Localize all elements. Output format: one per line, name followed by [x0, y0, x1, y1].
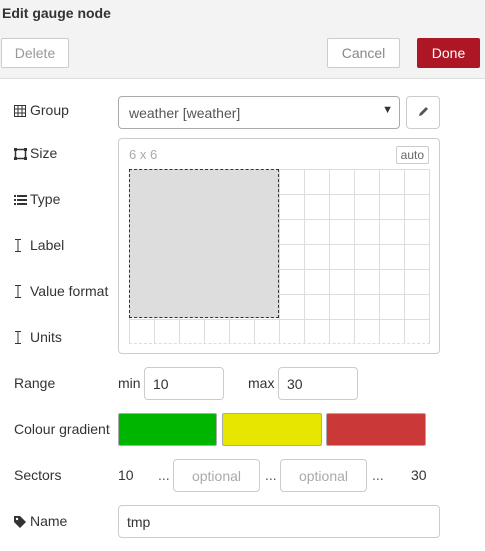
cancel-button[interactable]: Cancel — [327, 38, 400, 68]
dialog-title-bar: Edit gauge node — [0, 0, 485, 28]
range-min-label: min — [118, 375, 141, 391]
pencil-icon — [417, 105, 430, 121]
range-min-input[interactable]: 10 — [144, 367, 224, 400]
sector-1-placeholder: optional — [191, 468, 242, 484]
units-row-label: Units — [14, 329, 62, 345]
range-min-value: 10 — [153, 376, 169, 392]
colour-swatch-mid[interactable] — [222, 413, 322, 446]
sector-2-input[interactable]: optional — [280, 459, 367, 492]
delete-button[interactable]: Delete — [1, 38, 69, 68]
type-label: Type — [30, 191, 61, 207]
tag-icon — [14, 515, 26, 528]
sectors-label: Sectors — [14, 467, 62, 483]
table-icon — [14, 104, 26, 117]
group-select-value: weather [weather] — [129, 105, 241, 121]
done-button[interactable]: Done — [417, 38, 480, 68]
value-format-label: Value format — [30, 283, 109, 299]
group-label: Group — [30, 102, 69, 118]
value-format-row-label: Value format — [14, 283, 108, 299]
group-row-label: Group — [14, 102, 69, 118]
range-max-label: max — [248, 375, 275, 391]
sectors-start-value: 10 — [118, 467, 134, 483]
sectors-separator: ... — [158, 467, 170, 483]
sectors-end-value: 30 — [411, 467, 427, 483]
size-grid[interactable] — [129, 169, 430, 344]
list-icon — [14, 193, 27, 205]
size-selection — [129, 169, 279, 318]
label-row-label: Label — [14, 237, 64, 253]
name-row-label: Name — [14, 513, 67, 529]
sectors-separator: ... — [372, 467, 384, 483]
label-label: Label — [30, 237, 65, 253]
units-label: Units — [30, 329, 62, 345]
size-value: 6 x 6 — [129, 147, 158, 162]
colour-swatch-low[interactable] — [118, 413, 217, 446]
text-cursor-icon — [14, 239, 26, 252]
sectors-separator: ... — [265, 467, 277, 483]
range-label: Range — [14, 375, 56, 391]
auto-size-button[interactable]: auto — [395, 146, 429, 164]
range-max-value: 30 — [287, 376, 303, 392]
name-input[interactable]: tmp — [118, 505, 440, 538]
edit-group-button[interactable] — [406, 96, 440, 129]
sector-2-placeholder: optional — [298, 468, 349, 484]
size-row-label: Size — [14, 145, 57, 161]
dialog-toolbar: Delete Cancel Done — [0, 28, 485, 79]
colour-swatch-high[interactable] — [326, 413, 426, 446]
text-cursor-icon — [14, 331, 26, 344]
caret-down-icon: ▼ — [382, 104, 393, 116]
sector-1-input[interactable]: optional — [173, 459, 260, 492]
group-select[interactable]: weather [weather] ▼ — [118, 96, 400, 129]
name-label: Name — [30, 513, 68, 529]
range-max-input[interactable]: 30 — [278, 367, 358, 400]
type-row-label: Type — [14, 191, 60, 207]
dialog-title: Edit gauge node — [2, 5, 111, 21]
text-cursor-icon — [14, 285, 26, 298]
size-label: Size — [30, 145, 58, 161]
colour-gradient-label: Colour gradient — [14, 421, 110, 437]
size-icon — [14, 147, 27, 160]
name-value: tmp — [127, 514, 151, 530]
size-picker[interactable]: 6 x 6 auto — [118, 138, 440, 354]
